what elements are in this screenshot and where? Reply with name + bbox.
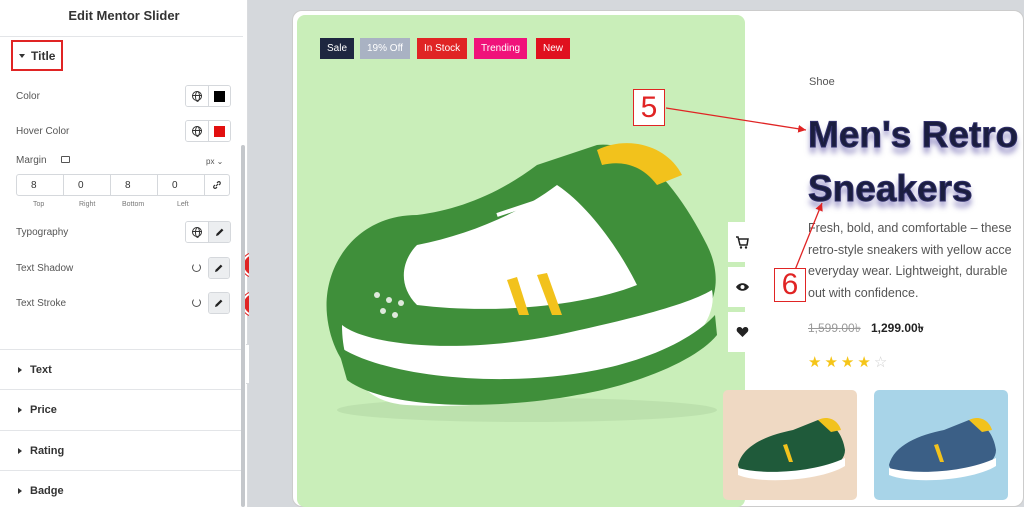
annotation-arrows bbox=[665, 107, 823, 271]
annotation-box-6: 6 bbox=[774, 268, 806, 302]
annotation-box-5: 5 bbox=[633, 89, 665, 126]
